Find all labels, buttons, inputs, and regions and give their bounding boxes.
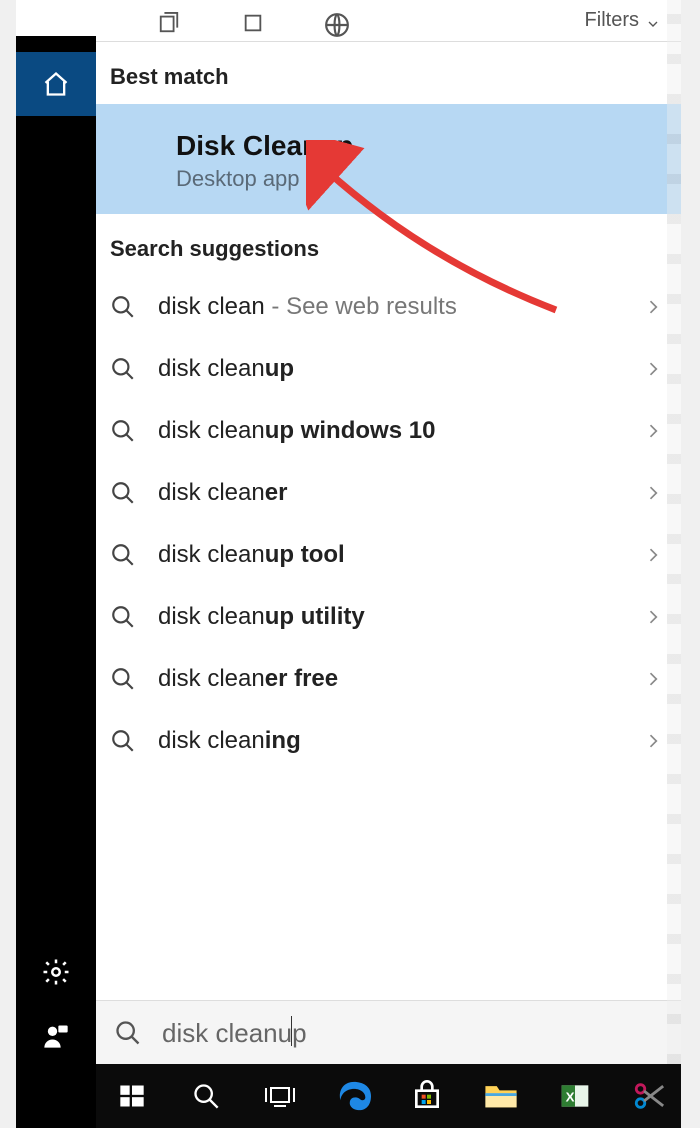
- suggestion-row[interactable]: disk cleanup windows 10: [96, 400, 681, 462]
- excel-icon: X: [559, 1080, 591, 1112]
- taskbar-file-explorer[interactable]: [469, 1064, 533, 1128]
- suggestion-text: disk cleanup windows 10: [158, 417, 643, 445]
- main-row: Best match Disk Cleanup Desktop app Sear…: [16, 36, 681, 1128]
- scope-bar: [96, 12, 681, 42]
- chevron-right-icon: [643, 669, 663, 689]
- taskbar-taskview[interactable]: [248, 1064, 312, 1128]
- best-match-header: Best match: [96, 42, 681, 104]
- chevron-right-icon: [643, 607, 663, 627]
- chevron-right-icon: [643, 545, 663, 565]
- chevron-right-icon: [643, 421, 663, 441]
- taskview-icon: [264, 1082, 296, 1110]
- suggestions-header: Search suggestions: [96, 214, 681, 276]
- store-icon: [411, 1080, 443, 1112]
- sidebar: [16, 36, 96, 1128]
- person-feedback-icon: [42, 1022, 70, 1050]
- taskbar-snipping-tool[interactable]: [617, 1064, 681, 1128]
- suggestion-text: disk cleaning: [158, 727, 643, 755]
- apps-scope-icon[interactable]: [242, 12, 264, 34]
- search-input-row[interactable]: disk cleanup: [96, 1000, 681, 1064]
- suggestion-text: disk cleanup: [158, 355, 643, 383]
- documents-scope-icon[interactable]: [156, 12, 182, 34]
- search-icon: [110, 542, 136, 568]
- background-sliver: [667, 0, 681, 1064]
- search-icon: [110, 480, 136, 506]
- search-icon: [110, 294, 136, 320]
- chevron-right-icon: [643, 359, 663, 379]
- suggestion-text: disk clean - See web results: [158, 293, 643, 321]
- taskbar-start[interactable]: [100, 1064, 164, 1128]
- search-icon: [110, 728, 136, 754]
- hamburger-icon: [41, 12, 71, 36]
- suggestion-row[interactable]: disk cleanup tool: [96, 524, 681, 586]
- folder-icon: [484, 1081, 518, 1111]
- svg-text:X: X: [566, 1089, 575, 1104]
- search-icon: [114, 1019, 142, 1047]
- suggestion-row[interactable]: disk clean - See web results: [96, 276, 681, 338]
- taskbar-search[interactable]: [174, 1064, 238, 1128]
- taskbar-edge[interactable]: [322, 1064, 386, 1128]
- suggestion-row[interactable]: disk cleanup: [96, 338, 681, 400]
- suggestions-list: disk clean - See web results disk cleanup…: [96, 276, 681, 772]
- sidebar-item-home[interactable]: [16, 52, 96, 116]
- sidebar-item-settings[interactable]: [16, 940, 96, 1004]
- taskbar-excel[interactable]: X: [543, 1064, 607, 1128]
- chevron-right-icon: [643, 483, 663, 503]
- taskbar: X: [96, 1064, 681, 1128]
- best-match-subtitle: Desktop app: [176, 166, 681, 192]
- search-icon: [110, 666, 136, 692]
- search-icon: [110, 356, 136, 382]
- suggestion-text: disk cleanup tool: [158, 541, 643, 569]
- taskbar-store[interactable]: [396, 1064, 460, 1128]
- best-match-result[interactable]: Disk Cleanup Desktop app: [96, 104, 681, 214]
- best-match-title: Disk Cleanup: [176, 130, 681, 162]
- web-scope-icon[interactable]: [324, 12, 350, 38]
- edge-icon: [337, 1079, 371, 1113]
- suggestion-row[interactable]: disk cleanup utility: [96, 586, 681, 648]
- cortana-search-panel: Filters: [16, 0, 681, 1128]
- sidebar-item-feedback[interactable]: [16, 1004, 96, 1068]
- hamburger-button[interactable]: [16, 12, 96, 52]
- suggestion-text: disk cleanup utility: [158, 603, 643, 631]
- suggestion-text: disk cleaner free: [158, 665, 643, 693]
- suggestion-row[interactable]: disk cleaner: [96, 462, 681, 524]
- gear-icon: [41, 957, 71, 987]
- results-content: Best match Disk Cleanup Desktop app Sear…: [96, 36, 681, 1128]
- search-query-text: disk cleanup: [162, 1016, 307, 1049]
- scissors-icon: [632, 1079, 666, 1113]
- search-icon: [110, 418, 136, 444]
- windows-start-icon: [118, 1082, 146, 1110]
- chevron-right-icon: [643, 731, 663, 751]
- search-icon: [110, 604, 136, 630]
- chevron-right-icon: [643, 297, 663, 317]
- search-icon: [192, 1082, 220, 1110]
- suggestion-text: disk cleaner: [158, 479, 643, 507]
- suggestion-row[interactable]: disk cleaning: [96, 710, 681, 772]
- home-icon: [42, 70, 70, 98]
- suggestion-row[interactable]: disk cleaner free: [96, 648, 681, 710]
